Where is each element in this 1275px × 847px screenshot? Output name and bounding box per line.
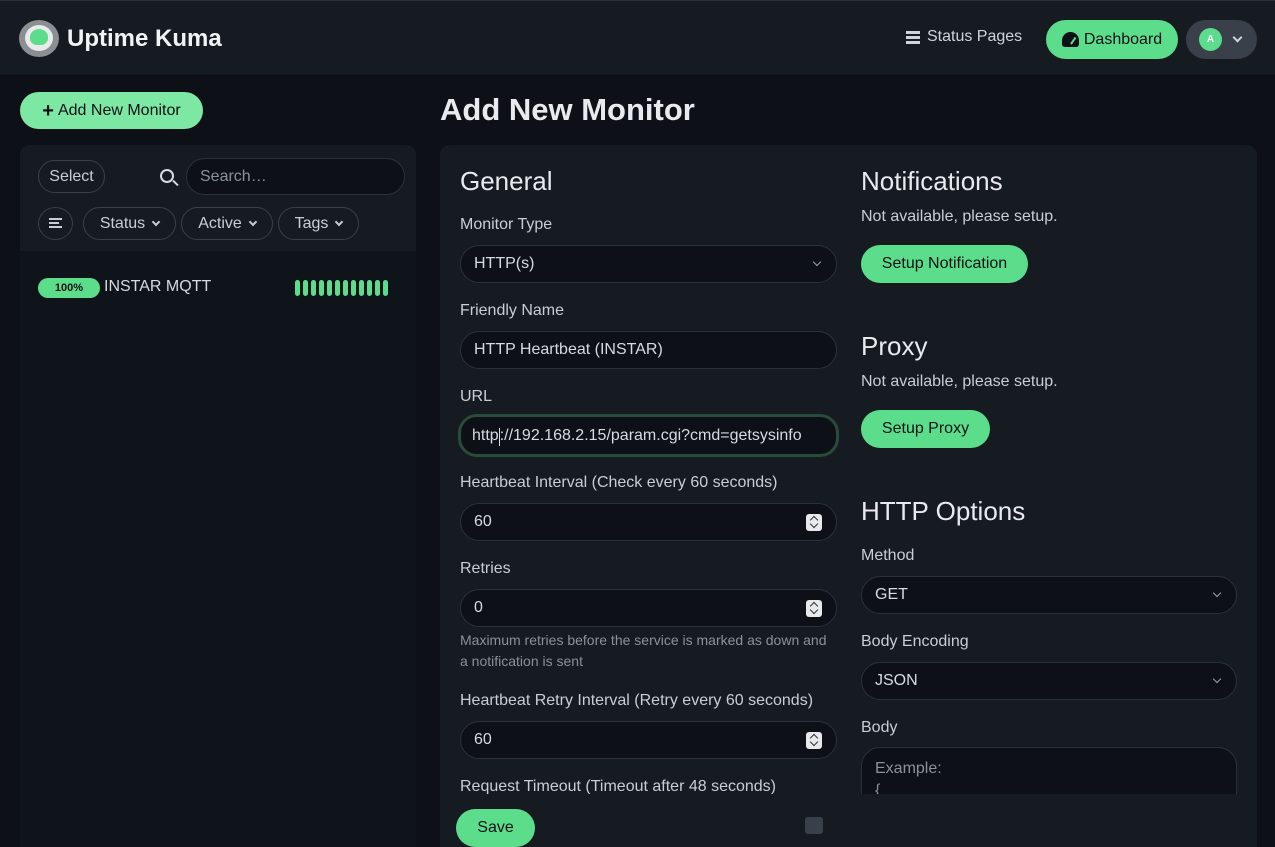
search-icon[interactable]	[160, 169, 174, 183]
number-stepper-icon[interactable]	[806, 600, 822, 617]
proxy-message: Not available, please setup.	[861, 373, 1058, 390]
body-encoding-label: Body Encoding	[861, 633, 969, 650]
select-button[interactable]: Select	[38, 160, 105, 193]
body-label: Body	[861, 719, 898, 736]
retries-help-text: Maximum retries before the service is ma…	[460, 632, 827, 669]
monitor-name: INSTAR MQTT	[104, 278, 212, 295]
method-label: Method	[861, 547, 915, 564]
add-new-monitor-label: Add New Monitor	[57, 101, 181, 119]
url-value-end: ://192.168.2.15/param.cgi?cmd=getsysinfo	[499, 426, 802, 444]
heartbeat-interval-input[interactable]: 60	[460, 503, 837, 541]
method-select[interactable]: GET	[861, 576, 1237, 614]
friendly-name-label: Friendly Name	[460, 302, 565, 319]
select-label: Select	[49, 167, 94, 185]
friendly-name-input[interactable]: HTTP Heartbeat (INSTAR)	[460, 331, 837, 369]
retries-label: Retries	[460, 560, 511, 577]
monitor-list-item[interactable]: 100% INSTAR MQTT	[38, 277, 398, 299]
save-button[interactable]: Save	[456, 809, 535, 847]
number-stepper-icon[interactable]	[806, 732, 822, 749]
heartbeat-beat	[319, 280, 324, 296]
brand-name: Uptime Kuma	[67, 24, 222, 52]
proxy-heading: Proxy	[861, 331, 928, 361]
heartbeat-beat	[343, 280, 348, 296]
status-filter-label: Status	[99, 214, 146, 232]
monitor-type-value: HTTP(s)	[474, 255, 535, 272]
page-title: Add New Monitor	[440, 92, 695, 127]
active-filter[interactable]: Active	[181, 207, 273, 240]
top-navbar: Uptime Kuma Status Pages Dashboard A	[0, 0, 1275, 76]
chevron-down-icon	[335, 217, 344, 226]
dashboard-label: Dashboard	[1083, 30, 1163, 48]
retry-interval-input[interactable]: 60	[460, 721, 837, 759]
search-input[interactable]	[186, 158, 405, 195]
heartbeat-bar	[295, 280, 388, 296]
general-heading: General	[460, 166, 553, 196]
status-pages-link[interactable]: Status Pages	[906, 28, 1022, 46]
plus-icon: +	[42, 99, 54, 122]
heartbeat-beat	[383, 280, 388, 296]
retries-input[interactable]: 0	[460, 589, 837, 627]
save-bar: Save	[440, 794, 1257, 847]
url-input[interactable]: http://192.168.2.15/param.cgi?cmd=getsys…	[458, 414, 839, 457]
friendly-name-value: HTTP Heartbeat (INSTAR)	[474, 341, 663, 358]
save-label: Save	[477, 819, 514, 836]
heartbeat-beat	[367, 280, 372, 296]
setup-notification-button[interactable]: Setup Notification	[861, 245, 1028, 283]
monitor-list-panel: Select Status Active Tags 100% INSTAR MQ…	[20, 145, 416, 847]
body-encoding-select[interactable]: JSON	[861, 662, 1237, 700]
heartbeat-beat	[335, 280, 340, 296]
tags-filter-label: Tags	[294, 214, 329, 232]
heartbeat-beat	[311, 280, 316, 296]
gauge-icon	[1061, 32, 1079, 47]
monitor-form: General Monitor Type HTTP(s) Friendly Na…	[440, 145, 1257, 847]
retry-interval-label: Heartbeat Retry Interval (Retry every 60…	[460, 692, 814, 709]
notifications-message: Not available, please setup.	[861, 208, 1058, 225]
heartbeat-beat	[303, 280, 308, 296]
tags-filter[interactable]: Tags	[278, 207, 359, 240]
notifications-heading: Notifications	[861, 166, 1003, 196]
profile-dropdown[interactable]: A	[1186, 20, 1257, 59]
list-icon	[906, 30, 920, 44]
retry-interval-value: 60	[474, 731, 492, 748]
heartbeat-beat	[295, 280, 300, 296]
chevron-down-icon	[248, 217, 258, 226]
method-value: GET	[875, 586, 908, 603]
uptime-badge: 100%	[38, 278, 100, 298]
brand[interactable]: Uptime Kuma	[19, 20, 222, 57]
setup-proxy-button[interactable]: Setup Proxy	[861, 410, 990, 448]
chevron-down-icon	[1212, 674, 1222, 684]
uptime-kuma-logo	[19, 20, 59, 57]
chevron-down-icon	[151, 217, 161, 226]
http-options-heading: HTTP Options	[861, 496, 1026, 526]
checkbox-icon	[805, 817, 823, 834]
status-pages-label: Status Pages	[927, 28, 1023, 45]
heartbeat-beat	[351, 280, 356, 296]
avatar: A	[1199, 28, 1222, 51]
monitor-type-label: Monitor Type	[460, 216, 553, 233]
url-label: URL	[460, 388, 493, 405]
number-stepper-icon[interactable]	[806, 514, 822, 531]
heartbeat-beat	[359, 280, 364, 296]
heartbeat-interval-label: Heartbeat Interval (Check every 60 secon…	[460, 474, 778, 491]
monitor-list-toolbar: Select Status Active Tags	[20, 145, 416, 251]
setup-proxy-label: Setup Proxy	[881, 420, 970, 437]
add-new-monitor-button[interactable]: + Add New Monitor	[20, 92, 203, 129]
heartbeat-interval-value: 60	[474, 513, 492, 530]
dashboard-button[interactable]: Dashboard	[1046, 20, 1178, 59]
monitor-type-select[interactable]: HTTP(s)	[460, 245, 837, 283]
heartbeat-beat	[375, 280, 380, 296]
setup-notification-label: Setup Notification	[881, 255, 1008, 272]
sort-icon[interactable]	[38, 207, 73, 240]
retries-value: 0	[474, 599, 483, 616]
status-filter[interactable]: Status	[83, 207, 176, 240]
url-value-start: http	[472, 426, 499, 444]
chevron-down-icon	[1232, 32, 1243, 43]
chevron-down-icon	[812, 257, 822, 267]
body-encoding-value: JSON	[875, 672, 918, 689]
active-filter-label: Active	[198, 214, 242, 232]
heartbeat-beat	[327, 280, 332, 296]
chevron-down-icon	[1212, 588, 1222, 598]
